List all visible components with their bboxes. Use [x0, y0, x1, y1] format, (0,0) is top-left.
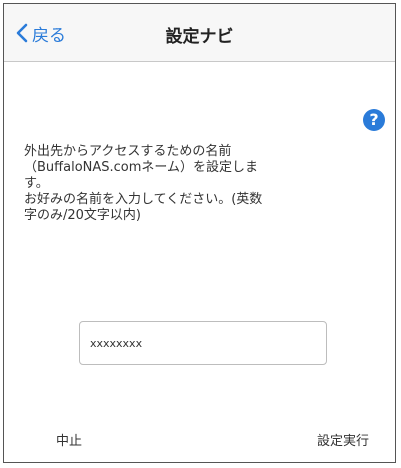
settings-navi-screen: 戻る 設定ナビ ? 外出先からアクセスするための名前 （BuffaloNAS.c… — [3, 3, 396, 463]
navigation-bar: 戻る 設定ナビ — [4, 4, 395, 62]
instruction-paragraph-2: お好みの名前を入力してください。(英数 字のみ/20文字以内) — [24, 192, 263, 223]
cancel-button[interactable]: 中止 — [56, 430, 82, 449]
page-title: 設定ナビ — [165, 27, 234, 47]
nas-name-input[interactable] — [79, 321, 327, 365]
help-icon[interactable]: ? — [363, 109, 385, 131]
instruction-paragraph-1: 外出先からアクセスするための名前 （BuffaloNAS.comネーム）を設定し… — [24, 144, 259, 191]
execute-settings-button[interactable]: 設定実行 — [317, 430, 369, 449]
instruction-text: 外出先からアクセスするための名前 （BuffaloNAS.comネーム）を設定し… — [24, 144, 354, 224]
